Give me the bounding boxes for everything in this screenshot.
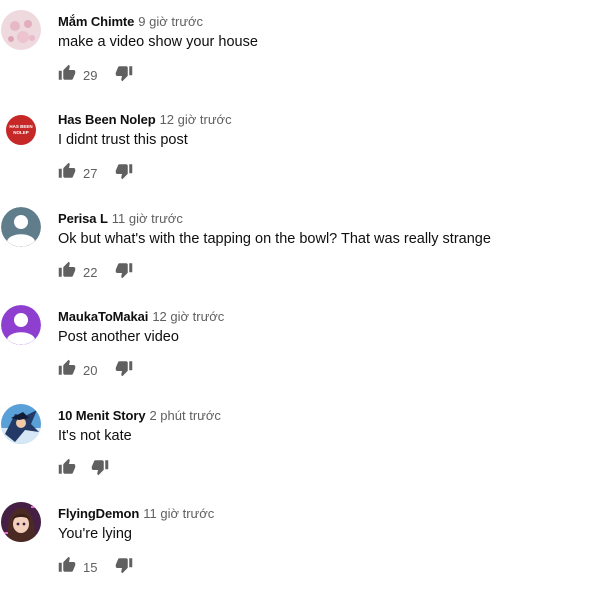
dislike-button[interactable]	[91, 458, 113, 480]
red-badge-avatar-icon[interactable]: HAS BEEN NOLEP	[1, 110, 41, 150]
comment-author[interactable]: MaukaToMakai	[58, 309, 148, 324]
thumbs-up-icon	[58, 64, 76, 80]
dislike-button[interactable]	[115, 64, 137, 86]
comment-text: make a video show your house	[58, 34, 258, 50]
comment-timestamp[interactable]: 12 giờ trước	[152, 309, 224, 324]
like-button[interactable]	[58, 458, 80, 480]
comment-text: You're lying	[58, 526, 132, 542]
comment-text: Ok but what's with the tapping on the bo…	[58, 231, 491, 247]
comment-thread: 10 Menit Story 2 phút trước It's not kate	[0, 404, 600, 502]
comment-thread: Perisa L 11 giờ trước Ok but what's with …	[0, 207, 600, 305]
dislike-button[interactable]	[115, 261, 137, 283]
comment-text: Post another video	[58, 329, 179, 345]
like-button[interactable]	[58, 556, 80, 578]
comment-timestamp[interactable]: 9 giờ trước	[138, 14, 203, 29]
thumbs-down-icon	[115, 263, 133, 279]
like-button[interactable]	[58, 359, 80, 381]
dislike-button[interactable]	[115, 359, 137, 381]
comment-author[interactable]: Perisa L	[58, 211, 108, 226]
like-count: 15	[83, 560, 98, 575]
like-button[interactable]	[58, 162, 80, 184]
dislike-button[interactable]	[115, 162, 137, 184]
dislike-button[interactable]	[115, 556, 137, 578]
thumbs-up-icon	[58, 458, 76, 474]
thumbs-up-icon	[58, 556, 76, 572]
anime-character-avatar-icon[interactable]	[1, 404, 41, 444]
thumbs-down-icon	[115, 164, 133, 180]
default-purple-avatar-icon[interactable]	[1, 305, 41, 345]
like-button[interactable]	[58, 261, 80, 283]
like-count: 20	[83, 363, 98, 378]
comment-text: I didnt trust this post	[58, 132, 188, 148]
thumbs-down-icon	[115, 558, 133, 574]
comment-thread: HAS BEEN NOLEP Has Been Nolep 12 giờ trướ…	[0, 108, 600, 206]
comment-timestamp[interactable]: 2 phút trước	[149, 408, 220, 423]
comment-thread: MaukaToMakai 12 giờ trước Post another vi…	[0, 305, 600, 403]
anime-girl-avatar-icon[interactable]	[1, 502, 41, 542]
avatar-badge-text: HAS BEEN	[9, 124, 32, 129]
thumbs-up-icon	[58, 359, 76, 375]
comment-thread: FlyingDemon 11 giờ trước You're lying 15	[0, 502, 600, 600]
thumbs-down-icon	[115, 66, 133, 82]
thumbs-down-icon	[115, 361, 133, 377]
avatar-badge-text: NOLEP	[13, 130, 29, 135]
comment-author[interactable]: Has Been Nolep	[58, 112, 156, 127]
like-count: 27	[83, 166, 98, 181]
like-button[interactable]	[58, 64, 80, 86]
comment-thread: Mắm Chimte 9 giờ trước make a video show …	[0, 10, 600, 108]
pink-floral-avatar-icon[interactable]	[1, 10, 41, 50]
comment-timestamp[interactable]: 11 giờ trước	[143, 506, 214, 521]
like-count: 22	[83, 265, 98, 280]
comment-author[interactable]: FlyingDemon	[58, 506, 139, 521]
comment-author[interactable]: 10 Menit Story	[58, 408, 146, 423]
comment-author[interactable]: Mắm Chimte	[58, 14, 134, 29]
comment-timestamp[interactable]: 12 giờ trước	[160, 112, 232, 127]
comment-timestamp[interactable]: 11 giờ trước	[112, 211, 183, 226]
thumbs-up-icon	[58, 261, 76, 277]
like-count: 29	[83, 68, 98, 83]
comment-text: It's not kate	[58, 428, 132, 444]
default-gray-avatar-icon[interactable]	[1, 207, 41, 247]
thumbs-up-icon	[58, 162, 76, 178]
thumbs-down-icon	[91, 460, 109, 476]
